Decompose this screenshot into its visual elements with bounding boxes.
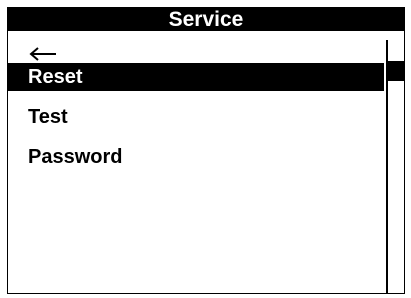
back-button[interactable] bbox=[8, 38, 384, 64]
menu-item-password[interactable]: Password bbox=[8, 143, 384, 171]
scrollbar[interactable] bbox=[386, 40, 404, 294]
menu-item-reset[interactable]: Reset bbox=[8, 63, 384, 91]
arrow-left-icon bbox=[29, 47, 56, 61]
screen-title: Service bbox=[8, 8, 404, 31]
scroll-thumb[interactable] bbox=[388, 61, 404, 81]
menu-item-test[interactable]: Test bbox=[8, 103, 384, 131]
service-screen: Service Reset Test Password bbox=[7, 7, 405, 294]
